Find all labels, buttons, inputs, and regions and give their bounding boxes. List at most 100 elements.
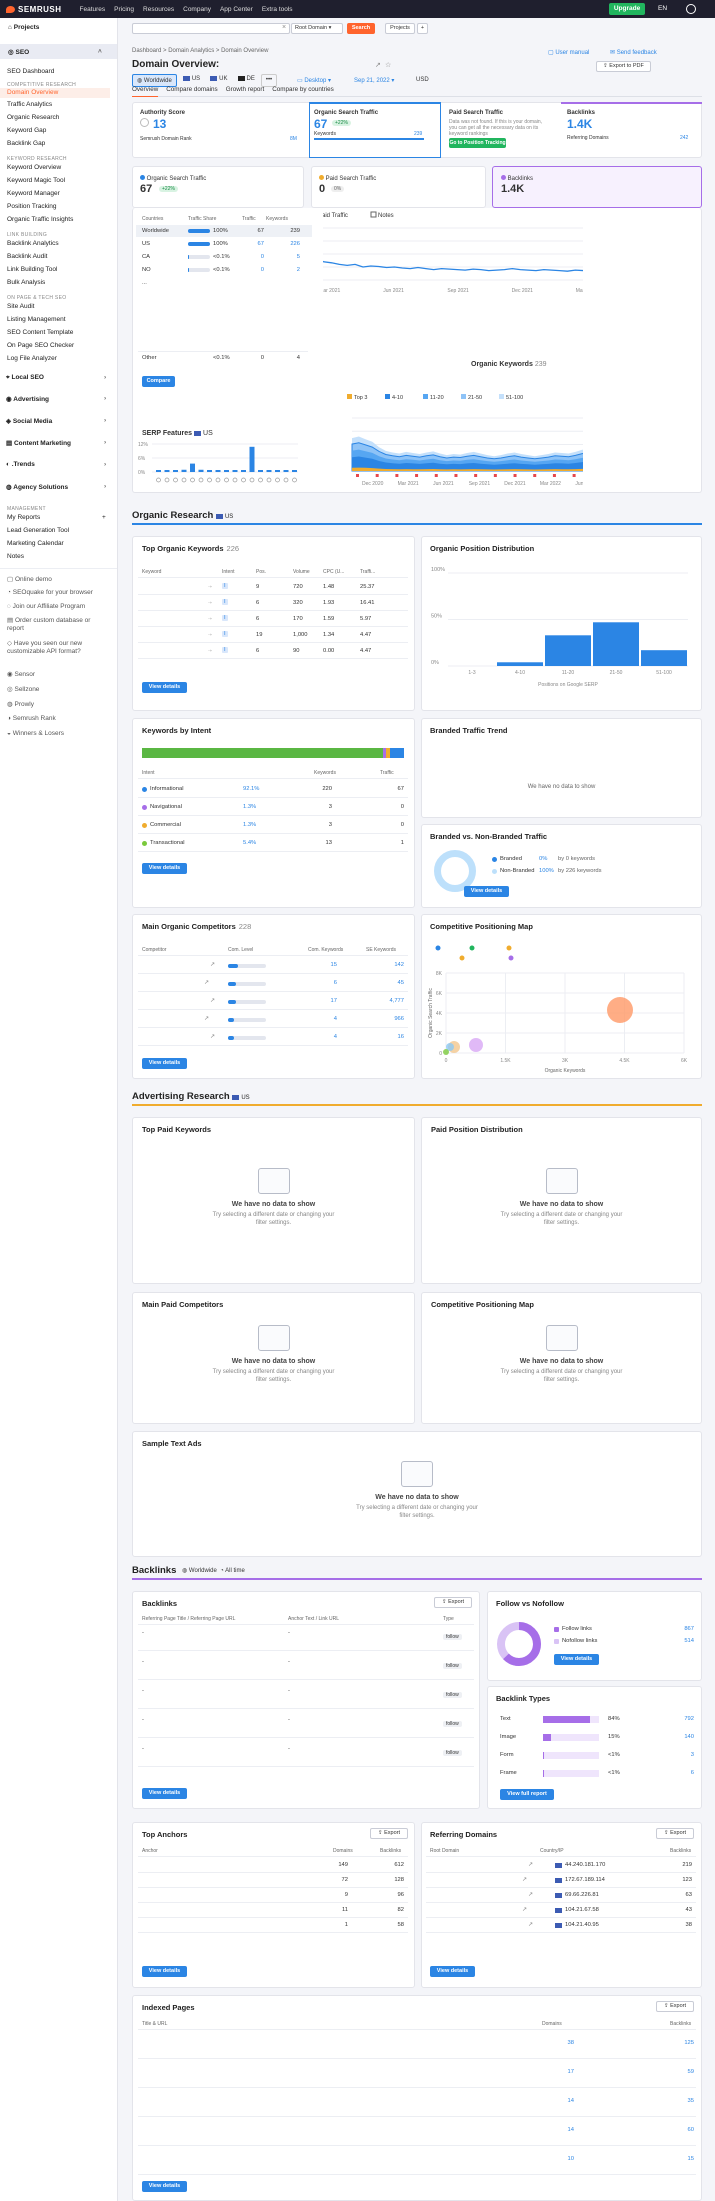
- country-keywords[interactable]: 2: [286, 267, 300, 273]
- anchors-view-details-button[interactable]: View details: [142, 1966, 187, 1977]
- note-marker[interactable]: [395, 474, 399, 477]
- competitor-legend-dot[interactable]: [508, 955, 514, 961]
- country-traffic[interactable]: 0: [250, 267, 264, 273]
- competitor-bubble[interactable]: [469, 1038, 483, 1052]
- tab-growth-report[interactable]: Growth report: [226, 86, 265, 97]
- date-select[interactable]: Sep 21, 2022 ▾: [354, 77, 394, 84]
- external-link-icon[interactable]: ↗: [522, 1907, 527, 1913]
- kw-legend-1[interactable]: 4-10: [385, 394, 403, 401]
- referring-page[interactable]: -: [142, 1688, 144, 1694]
- semrush-logo[interactable]: SEMRUSH: [6, 5, 62, 14]
- sidebar-item-my-reports[interactable]: My Reports: [7, 514, 40, 521]
- position-bar[interactable]: [497, 662, 543, 666]
- indexed-domains[interactable]: 14: [560, 2127, 574, 2133]
- serp-bar[interactable]: [181, 469, 187, 472]
- intent-pct[interactable]: 92.1%: [243, 786, 259, 792]
- sidebar-link-api-format[interactable]: ◇ Have you seen our new customizable API…: [7, 640, 107, 656]
- go-to-position-tracking-button[interactable]: Go to Position Tracking: [449, 138, 506, 148]
- user-icon[interactable]: [686, 4, 696, 14]
- indexed-domains[interactable]: 10: [560, 2156, 574, 2162]
- note-marker[interactable]: [533, 474, 537, 477]
- sidebar-item-traffic-analytics[interactable]: Traffic Analytics: [7, 101, 52, 108]
- external-link-icon[interactable]: ↗: [522, 1877, 527, 1883]
- se-keywords[interactable]: 966: [378, 1016, 404, 1022]
- branded-view-details-button[interactable]: View details: [464, 886, 509, 897]
- backlinks-list-view-details-button[interactable]: View details: [142, 1788, 187, 1799]
- follow-value[interactable]: 514: [676, 1638, 694, 1644]
- indexed-backlinks[interactable]: 59: [680, 2069, 694, 2075]
- type-value[interactable]: 140: [676, 1734, 694, 1740]
- sidebar-item-backlink-gap[interactable]: Backlink Gap: [7, 140, 45, 147]
- backlinks-export-button[interactable]: ⇪ Export: [434, 1597, 472, 1608]
- sidebar-link-affiliate[interactable]: ◌ Join our Affiliate Program: [7, 603, 85, 610]
- external-link-icon[interactable]: ↗: [528, 1892, 533, 1898]
- kw-legend-2[interactable]: 11-20: [423, 394, 444, 401]
- referring-domains-value[interactable]: 242: [680, 135, 688, 141]
- sidebar-link-sensor[interactable]: ◉ Sensor: [7, 670, 35, 678]
- position-bar[interactable]: [545, 635, 591, 666]
- external-link-icon[interactable]: ↗: [204, 1016, 209, 1022]
- nav-resources[interactable]: Resources: [143, 6, 174, 13]
- intent-view-details-button[interactable]: View details: [142, 863, 187, 874]
- note-marker[interactable]: [454, 474, 458, 477]
- sidebar-item-on-page-seo-checker[interactable]: On Page SEO Checker: [7, 342, 74, 349]
- keywords-value[interactable]: 239: [414, 131, 422, 137]
- domain-rank-value[interactable]: 8M: [290, 136, 297, 142]
- sidebar-link-prowly[interactable]: ◍ Prowly: [7, 700, 34, 708]
- sidebar-item-link-building-tool[interactable]: Link Building Tool: [7, 266, 57, 273]
- serp-bar[interactable]: [215, 470, 221, 472]
- country-traffic[interactable]: 67: [250, 241, 264, 247]
- upgrade-button[interactable]: Upgrade: [609, 3, 645, 15]
- sidebar-item-site-audit[interactable]: Site Audit: [7, 303, 34, 310]
- kw-legend-0[interactable]: Top 3: [347, 394, 367, 401]
- external-link-icon[interactable]: ↗: [528, 1922, 533, 1928]
- compare-button[interactable]: Compare: [142, 376, 175, 387]
- root-domain-select[interactable]: Root Domain ▾: [291, 23, 343, 34]
- external-link-icon[interactable]: ↗: [210, 962, 215, 968]
- sidebar-item-lead-generation[interactable]: Lead Generation Tool: [7, 527, 69, 534]
- serp-bar[interactable]: [266, 470, 272, 472]
- competitors-view-details-button[interactable]: View details: [142, 1058, 187, 1069]
- country-keywords[interactable]: 226: [286, 241, 300, 247]
- external-link-icon[interactable]: ↗: [528, 1862, 533, 1868]
- sidebar-link-seoquake[interactable]: ◔ SEOquake for your browser: [7, 589, 93, 596]
- kw-legend-3[interactable]: 21-50: [461, 394, 482, 401]
- anchor-text[interactable]: -: [288, 1659, 290, 1665]
- branded-pct[interactable]: 0%: [539, 856, 547, 862]
- external-link-icon[interactable]: ↗: [210, 1034, 215, 1040]
- country-name[interactable]: NO: [142, 267, 151, 273]
- se-keywords[interactable]: 45: [378, 980, 404, 986]
- refdomains-export-button[interactable]: ⇪ Export: [656, 1828, 694, 1839]
- com-keywords[interactable]: 4: [321, 1034, 337, 1040]
- sidebar-item-organic-research[interactable]: Organic Research: [7, 114, 59, 121]
- competitor-legend-dot[interactable]: [435, 945, 441, 951]
- type-value[interactable]: 3: [676, 1752, 694, 1758]
- indexed-backlinks[interactable]: 15: [680, 2156, 694, 2162]
- indexed-export-button[interactable]: ⇪ Export: [656, 2001, 694, 2012]
- serp-bar[interactable]: [190, 463, 195, 472]
- se-keywords[interactable]: 16: [378, 1034, 404, 1040]
- sidebar-link-sellzone[interactable]: ◎ Sellzone: [7, 685, 39, 693]
- sidebar-agency-solutions[interactable]: ◍ Agency Solutions ›: [6, 483, 106, 491]
- anchor-text[interactable]: -: [288, 1717, 290, 1723]
- backlinks-value[interactable]: 1.4K: [567, 117, 592, 131]
- follow-value[interactable]: 867: [676, 1626, 694, 1632]
- sidebar-item-marketing-calendar[interactable]: Marketing Calendar: [7, 540, 64, 547]
- serp-bar[interactable]: [224, 470, 229, 472]
- tab-compare-countries[interactable]: Compare by countries: [272, 86, 334, 97]
- country-name[interactable]: ...: [142, 280, 147, 286]
- sidebar-item-domain-overview[interactable]: Domain Overview: [0, 88, 110, 98]
- type-value[interactable]: 6: [676, 1770, 694, 1776]
- tab-overview[interactable]: Overview: [132, 86, 159, 97]
- sidebar-seo[interactable]: ◎ SEO ˄: [0, 44, 117, 59]
- sidebar-item-keyword-gap[interactable]: Keyword Gap: [7, 127, 46, 134]
- nav-company[interactable]: Company: [183, 6, 211, 13]
- position-bar[interactable]: [641, 650, 687, 666]
- note-marker[interactable]: [434, 474, 438, 477]
- sidebar-projects[interactable]: ⌂ Projects: [8, 24, 39, 31]
- projects-button[interactable]: Projects: [385, 23, 415, 34]
- sidebar-item-keyword-manager[interactable]: Keyword Manager: [7, 190, 60, 197]
- serp-bar[interactable]: [164, 470, 170, 472]
- competitor-bubble[interactable]: [443, 1049, 449, 1055]
- sidebar-item-seo-dashboard[interactable]: SEO Dashboard: [7, 68, 54, 75]
